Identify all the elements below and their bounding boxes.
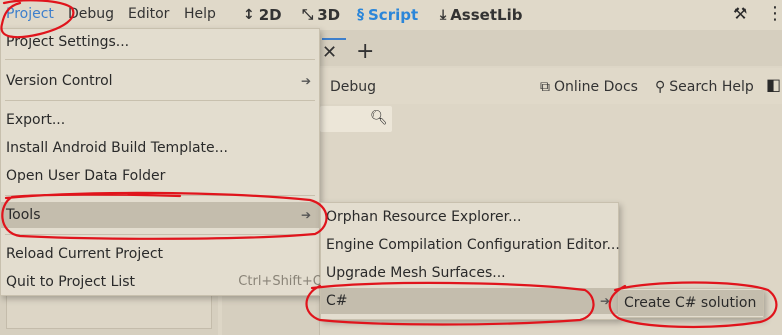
workspace-2d-button[interactable]: ↕ 2D <box>243 5 282 25</box>
external-link-icon: ⧉ <box>540 79 550 95</box>
workspace-2d-label: 2D <box>258 6 282 24</box>
menu-item-orphan-resource-explorer[interactable]: Orphan Resource Explorer... <box>321 204 618 230</box>
online-docs-button[interactable]: ⧉ Online Docs <box>540 77 638 97</box>
menu-item-version-control[interactable]: Version Control ➔ <box>1 68 319 94</box>
workspace-assetlib-button[interactable]: ⤓ AssetLib <box>440 5 522 25</box>
workspace-3d-label: 3D <box>317 6 341 24</box>
menu-item-create-csharp-solution[interactable]: Create C# solution <box>619 290 763 316</box>
menu-item-label: Export... <box>6 112 66 128</box>
workspace-assetlib-label: AssetLib <box>450 6 523 24</box>
menu-item-label: Quit to Project List <box>6 274 136 290</box>
search-help-button[interactable]: ⚲ Search Help <box>655 77 754 97</box>
menu-item-label: Tools <box>6 207 41 223</box>
menu-item-label: C# <box>326 293 348 309</box>
tools-submenu-popup: Orphan Resource Explorer... Engine Compi… <box>320 202 620 320</box>
top-menubar: Project Debug Editor Help ↕ 2D ⤡ 3D § Sc… <box>0 0 782 30</box>
workspace-3d-button[interactable]: ⤡ 3D <box>302 5 340 25</box>
add-tab-icon[interactable]: + <box>356 39 374 64</box>
project-menu-popup: Project Settings... Version Control ➔ Ex… <box>0 28 323 296</box>
menu-item-label: Project Settings... <box>6 34 130 50</box>
search-icon: 🔍︎ <box>370 110 388 126</box>
menu-item-project-settings[interactable]: Project Settings... <box>1 29 319 55</box>
menu-separator <box>5 100 315 101</box>
menu-debug[interactable]: Debug <box>68 4 114 24</box>
menu-item-label: Orphan Resource Explorer... <box>326 209 522 225</box>
menu-item-engine-compilation-editor[interactable]: Engine Compilation Configuration Editor.… <box>321 232 620 258</box>
options-icon[interactable]: ⋮ <box>766 3 782 24</box>
submenu-arrow-icon: ➔ <box>599 294 610 308</box>
workspace-script-button[interactable]: § Script <box>357 5 418 25</box>
menu-project[interactable]: Project <box>6 4 54 24</box>
menu-separator <box>5 234 315 235</box>
search-help-label: Search Help <box>669 79 754 95</box>
menu-item-label: Upgrade Mesh Surfaces... <box>326 265 506 281</box>
menu-separator <box>5 195 315 196</box>
script-debug-menu[interactable]: Debug <box>330 77 376 97</box>
menu-item-label: Engine Compilation Configuration Editor.… <box>326 237 620 253</box>
menu-item-tools[interactable]: Tools ➔ <box>1 202 319 228</box>
hammer-icon[interactable]: ⚒ <box>733 4 747 23</box>
move-3d-icon: ⤡ <box>302 7 314 23</box>
menu-item-label: Reload Current Project <box>6 246 164 262</box>
menu-editor[interactable]: Editor <box>128 4 169 24</box>
workspace-script-label: Script <box>368 6 419 24</box>
menu-item-install-android-template[interactable]: Install Android Build Template... <box>1 135 319 161</box>
menu-item-label: Create C# solution <box>624 295 757 311</box>
menu-item-label: Open User Data Folder <box>6 168 166 184</box>
menu-item-csharp[interactable]: C# ➔ <box>321 288 618 314</box>
menu-help[interactable]: Help <box>184 4 216 24</box>
move-2d-icon: ↕ <box>243 7 255 23</box>
menu-item-upgrade-mesh-surfaces[interactable]: Upgrade Mesh Surfaces... <box>321 260 618 286</box>
menu-separator <box>5 59 315 60</box>
download-icon: ⤓ <box>440 7 447 23</box>
shortcut-label: Ctrl+Shift+Q <box>238 274 323 289</box>
menu-item-label: Version Control <box>6 73 113 89</box>
submenu-arrow-icon: ➔ <box>300 208 311 222</box>
menu-item-reload-project[interactable]: Reload Current Project <box>1 241 319 267</box>
menu-item-open-user-data[interactable]: Open User Data Folder <box>1 163 319 189</box>
script-icon: § <box>357 7 364 23</box>
csharp-submenu-popup: Create C# solution <box>618 288 764 318</box>
online-docs-label: Online Docs <box>554 79 638 95</box>
search-help-icon: ⚲ <box>655 79 666 95</box>
menu-item-export[interactable]: Export... <box>1 107 319 133</box>
menu-item-label: Install Android Build Template... <box>6 140 228 156</box>
submenu-arrow-icon: ➔ <box>300 74 311 88</box>
active-tab-indicator <box>322 38 346 40</box>
toggle-panel-icon[interactable]: ◧ <box>766 75 781 94</box>
menu-item-quit-to-project-list[interactable]: Quit to Project List Ctrl+Shift+Q <box>1 269 323 295</box>
close-tab-icon[interactable]: ✕ <box>322 42 337 63</box>
